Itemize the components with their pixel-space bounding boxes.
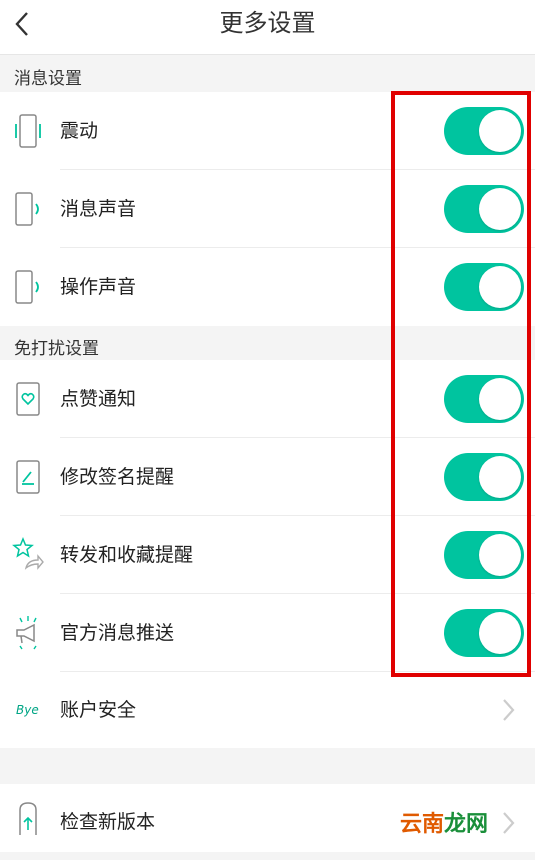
phone-sound-icon xyxy=(15,270,39,304)
setting-row-official-push: 官方消息推送 xyxy=(0,594,535,672)
watermark: 云南龙网 xyxy=(400,806,488,838)
watermark-part-b: 龙网 xyxy=(444,812,489,837)
toggle-knob xyxy=(479,188,521,230)
setting-row-vibrate: 震动 xyxy=(0,92,535,170)
chevron-right-icon xyxy=(503,699,515,721)
toggle-knob xyxy=(479,534,521,576)
setting-label-operation-sound: 操作声音 xyxy=(60,276,137,298)
share-fav-toggle[interactable] xyxy=(444,531,524,579)
setting-row-signature-edit: 修改签名提醒 xyxy=(0,438,535,516)
megaphone-icon xyxy=(16,616,37,650)
page-title: 更多设置 xyxy=(219,9,316,37)
bye-icon: Bye xyxy=(16,703,39,717)
phone-update-icon xyxy=(19,802,37,835)
like-notify-toggle[interactable] xyxy=(444,375,524,423)
chevron-right-icon xyxy=(503,812,515,834)
watermark-part-a: 云南 xyxy=(400,812,445,837)
header-bar: 更多设置 xyxy=(0,0,535,55)
toggle-knob xyxy=(479,612,521,654)
setting-row-account-security[interactable]: Bye 账户安全 xyxy=(0,672,535,748)
setting-label-like-notify: 点赞通知 xyxy=(60,388,137,410)
section-header-messages: 消息设置 xyxy=(0,56,535,92)
section-header-dnd: 免打扰设置 xyxy=(0,326,535,362)
setting-label-account-security: 账户安全 xyxy=(60,699,137,721)
signature-edit-toggle[interactable] xyxy=(444,453,524,501)
toggle-knob xyxy=(479,378,521,420)
setting-label-message-sound: 消息声音 xyxy=(60,198,137,220)
phone-vibrate-icon xyxy=(15,114,41,148)
star-share-icon xyxy=(12,537,44,570)
vibrate-toggle[interactable] xyxy=(444,107,524,155)
setting-label-check-update: 检查新版本 xyxy=(60,811,156,833)
section-title-dnd: 免打扰设置 xyxy=(14,339,99,359)
setting-row-like-notify: 点赞通知 xyxy=(0,360,535,438)
message-sound-toggle[interactable] xyxy=(444,185,524,233)
setting-label-share-fav: 转发和收藏提醒 xyxy=(60,544,194,566)
toggle-knob xyxy=(479,266,521,308)
setting-label-official-push: 官方消息推送 xyxy=(60,622,175,644)
setting-row-share-fav: 转发和收藏提醒 xyxy=(0,516,535,594)
toggle-knob xyxy=(479,456,521,498)
phone-edit-icon xyxy=(16,460,40,494)
phone-heart-icon xyxy=(16,382,40,416)
official-push-toggle[interactable] xyxy=(444,609,524,657)
toggle-knob xyxy=(479,110,521,152)
setting-row-message-sound: 消息声音 xyxy=(0,170,535,248)
section-title-messages: 消息设置 xyxy=(14,69,82,89)
setting-label-signature-edit: 修改签名提醒 xyxy=(60,466,175,488)
setting-row-operation-sound: 操作声音 xyxy=(0,248,535,326)
setting-label-vibrate: 震动 xyxy=(60,120,99,142)
phone-sound-icon xyxy=(15,192,39,226)
operation-sound-toggle[interactable] xyxy=(444,263,524,311)
